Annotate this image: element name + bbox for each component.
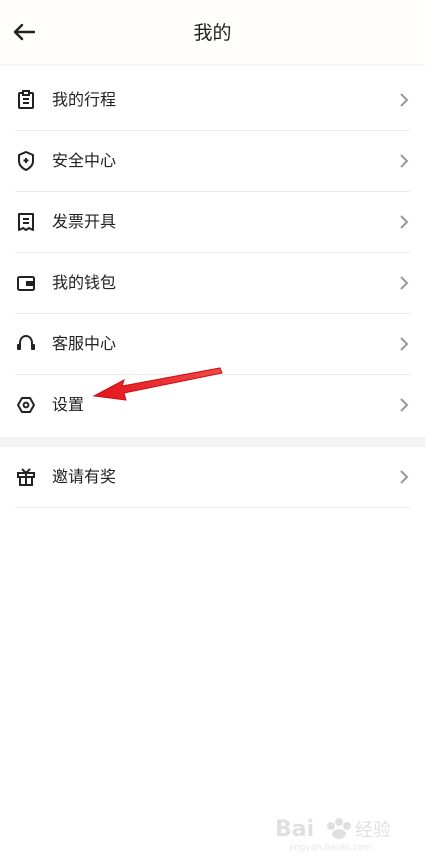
itinerary-clipboard-icon	[15, 89, 37, 111]
chevron-right-icon	[400, 337, 409, 351]
svg-text:jingyan.baidu.com: jingyan.baidu.com	[288, 843, 372, 853]
menu-item-label: 设置	[52, 395, 85, 414]
shield-icon	[15, 150, 37, 172]
chevron-right-icon	[400, 398, 409, 412]
menu-item-invite-rewards[interactable]: 邀请有奖	[0, 447, 425, 508]
chevron-right-icon	[400, 93, 409, 107]
menu-item-label: 客服中心	[52, 334, 117, 353]
menu-item-itinerary[interactable]: 我的行程	[0, 70, 425, 131]
menu-item-label: 发票开具	[52, 212, 117, 231]
gift-icon	[15, 466, 37, 488]
headset-icon	[15, 333, 37, 355]
menu-item-label: 我的行程	[52, 90, 117, 109]
menu-item-invoice[interactable]: 发票开具	[0, 192, 425, 253]
menu-item-security[interactable]: 安全中心	[0, 131, 425, 192]
baidu-jingyan-watermark-logo: Bai 经验 jingyan.baidu.com	[275, 817, 391, 853]
chevron-right-icon	[400, 215, 409, 229]
top-bar: 我的	[0, 0, 425, 64]
invoice-icon	[15, 211, 37, 233]
section-gap	[0, 437, 425, 447]
header-divider	[0, 64, 425, 66]
chevron-right-icon	[400, 470, 409, 484]
menu-item-settings[interactable]: 设置	[0, 375, 425, 436]
menu-item-wallet[interactable]: 我的钱包	[0, 253, 425, 314]
chevron-right-icon	[400, 276, 409, 290]
menu-item-label: 安全中心	[52, 151, 117, 170]
menu-item-label: 邀请有奖	[52, 467, 117, 486]
menu-item-customer-service[interactable]: 客服中心	[0, 314, 425, 375]
svg-text:Bai: Bai	[275, 817, 314, 842]
svg-text:经验: 经验	[355, 820, 391, 841]
wallet-icon	[15, 272, 37, 294]
divider	[15, 507, 410, 508]
page-title: 我的	[193, 22, 232, 44]
settings-hexagon-icon	[15, 394, 37, 416]
chevron-right-icon	[400, 154, 409, 168]
menu-item-label: 我的钱包	[52, 273, 117, 292]
